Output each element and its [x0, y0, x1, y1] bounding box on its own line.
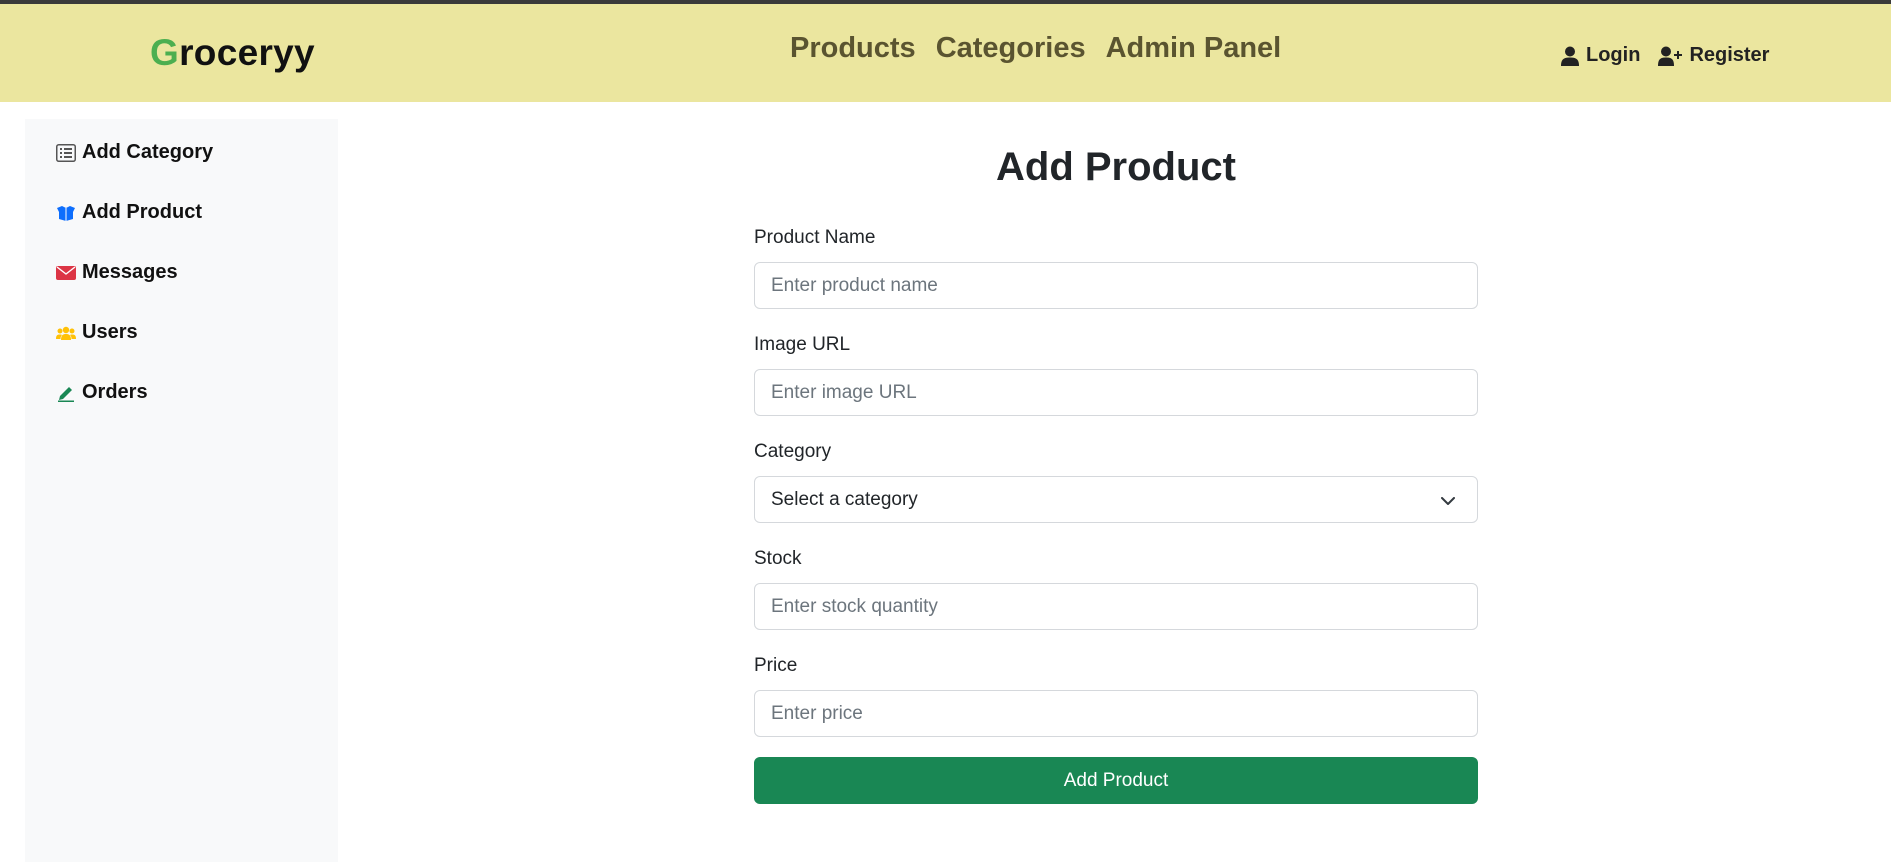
category-select[interactable]: Select a category	[754, 476, 1478, 523]
brand-initial: G	[150, 32, 180, 73]
image-url-input[interactable]	[754, 369, 1478, 416]
sidebar-item-orders[interactable]: Orders	[56, 381, 148, 404]
sidebar-item-label: Add Category	[82, 141, 214, 163]
price-label: Price	[754, 655, 798, 676]
nav-link-products[interactable]: Products	[790, 32, 916, 65]
price-input[interactable]	[754, 690, 1478, 737]
product-name-input[interactable]	[754, 262, 1478, 309]
nav-link-categories[interactable]: Categories	[936, 32, 1086, 65]
sidebar-item-users[interactable]: Users	[56, 321, 138, 344]
user-icon	[1561, 46, 1579, 66]
box-open-icon	[56, 205, 76, 221]
image-url-label: Image URL	[754, 334, 851, 355]
sidebar-item-label: Add Product	[82, 201, 202, 223]
list-icon	[56, 143, 76, 162]
admin-sidebar: Add Category Add Product Messages Users …	[25, 119, 338, 862]
auth-nav: Login Register	[1561, 44, 1769, 67]
chevron-down-icon	[1441, 493, 1455, 511]
login-label: Login	[1586, 44, 1641, 66]
login-link[interactable]: Login	[1561, 44, 1640, 67]
product-name-label: Product Name	[754, 227, 876, 248]
envelope-icon	[56, 265, 76, 281]
users-icon	[56, 325, 76, 341]
page-title: Add Product	[996, 145, 1236, 189]
navbar: Groceryy Products Categories Admin Panel…	[0, 4, 1891, 102]
sidebar-item-add-category[interactable]: Add Category	[56, 141, 213, 164]
sidebar-item-messages[interactable]: Messages	[56, 261, 178, 284]
pen-icon	[56, 384, 76, 402]
nav-link-admin-panel[interactable]: Admin Panel	[1106, 32, 1282, 65]
sidebar-item-add-product[interactable]: Add Product	[56, 201, 202, 224]
brand-name: roceryy	[179, 32, 315, 73]
brand-logo[interactable]: Groceryy	[150, 32, 315, 74]
main-nav: Products Categories Admin Panel	[790, 32, 1281, 65]
stock-label: Stock	[754, 548, 802, 569]
sidebar-item-label: Messages	[82, 261, 178, 283]
register-link[interactable]: Register	[1658, 44, 1769, 67]
sidebar-item-label: Orders	[82, 381, 148, 403]
sidebar-item-label: Users	[82, 321, 138, 343]
category-select-value: Select a category	[771, 489, 918, 510]
add-product-button[interactable]: Add Product	[754, 757, 1478, 804]
category-label: Category	[754, 441, 832, 462]
stock-input[interactable]	[754, 583, 1478, 630]
user-plus-icon	[1658, 46, 1683, 66]
register-label: Register	[1689, 44, 1770, 66]
